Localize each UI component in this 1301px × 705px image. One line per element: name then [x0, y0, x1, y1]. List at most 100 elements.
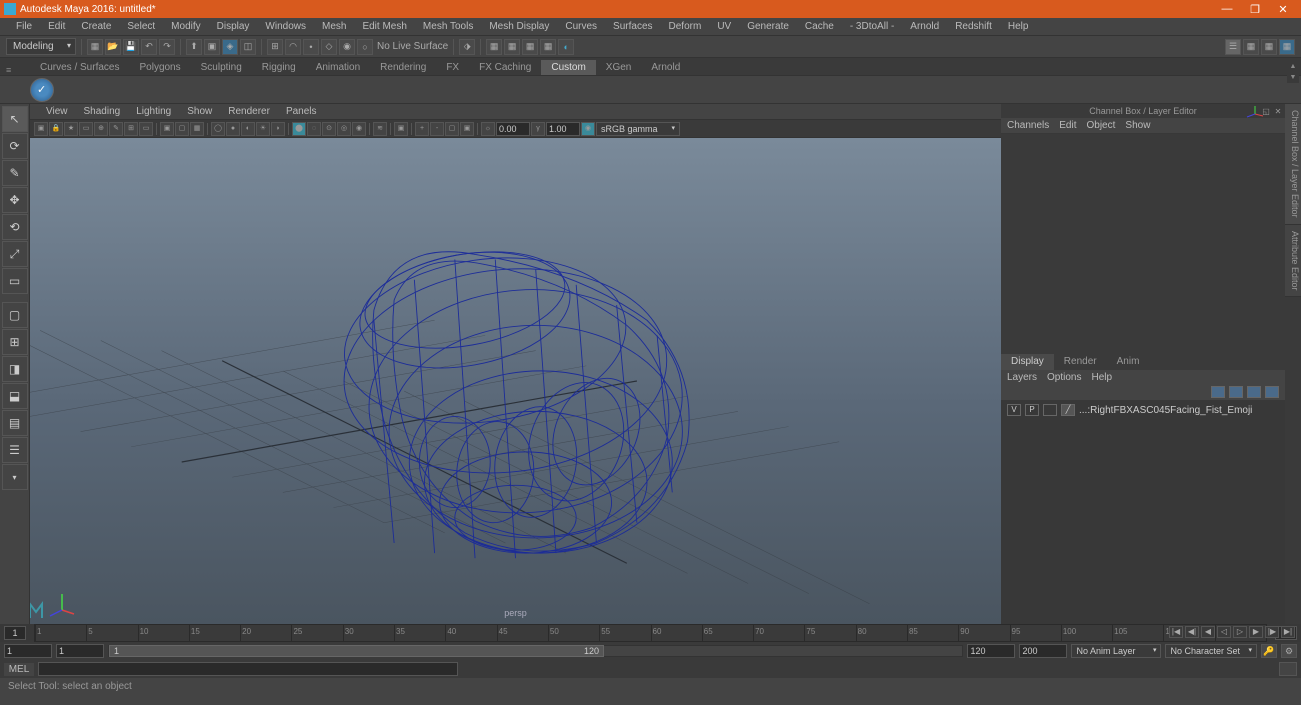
viewport-3d[interactable]: persp — [30, 138, 1001, 624]
command-input[interactable] — [38, 662, 458, 676]
vt-gamma-input[interactable] — [546, 122, 580, 136]
menu-curves[interactable]: Curves — [557, 19, 605, 34]
menu-mesh[interactable]: Mesh — [314, 19, 354, 34]
two-stacked-layout[interactable]: ⬓ — [2, 383, 28, 409]
panel-close-button[interactable]: ✕ — [1273, 107, 1283, 116]
layer-new-selected-button[interactable] — [1265, 386, 1279, 398]
account-button[interactable]: ☰ — [1225, 39, 1241, 55]
range-slider[interactable]: 1 120 — [108, 645, 963, 657]
vt-xray-comp[interactable]: ◎ — [337, 122, 351, 136]
three-top-layout[interactable]: ▤ — [2, 410, 28, 436]
menu-windows[interactable]: Windows — [257, 19, 314, 34]
single-persp-layout[interactable]: ▢ — [2, 302, 28, 328]
shelf-tab-animation[interactable]: Animation — [306, 60, 370, 75]
vt-film-gate[interactable]: ▭ — [139, 122, 153, 136]
vt-isolate[interactable]: ⬤ — [292, 122, 306, 136]
snap-live-button[interactable]: ◉ — [339, 39, 355, 55]
shelf-tab-rigging[interactable]: Rigging — [252, 60, 306, 75]
select-component-button[interactable]: ◈ — [222, 39, 238, 55]
vt-select-camera[interactable]: ▣ — [34, 122, 48, 136]
side-tab-attribute-editor[interactable]: Attribute Editor — [1285, 225, 1301, 298]
play-backward-button[interactable]: ◁ — [1217, 626, 1231, 638]
menu-cache[interactable]: Cache — [797, 19, 842, 34]
maximize-button[interactable]: ❐ — [1241, 3, 1269, 16]
layer-move-up-button[interactable] — [1211, 386, 1225, 398]
layer-color-swatch[interactable]: ╱ — [1061, 404, 1075, 416]
vt-show-isolated[interactable]: ▢ — [445, 122, 459, 136]
help-menu[interactable]: Help — [1091, 372, 1112, 383]
layout-button-2[interactable]: ▦ — [1261, 39, 1277, 55]
snap-grid-button[interactable]: ⊞ — [267, 39, 283, 55]
custom-layout[interactable]: ▾ — [2, 464, 28, 490]
shelf-tab-polygons[interactable]: Polygons — [129, 60, 190, 75]
options-menu[interactable]: Options — [1047, 372, 1081, 383]
panel-undock-button[interactable]: ◱ — [1261, 107, 1271, 116]
vt-image-plane[interactable]: ▭ — [79, 122, 93, 136]
shelf-tab-curves[interactable]: Curves / Surfaces — [30, 60, 129, 75]
paint-select-tool[interactable]: ✎ — [2, 160, 28, 186]
snap-view-button[interactable]: ○ — [357, 39, 373, 55]
edit-menu[interactable]: Edit — [1059, 120, 1076, 131]
minimize-button[interactable]: — — [1213, 3, 1241, 15]
two-side-layout[interactable]: ◨ — [2, 356, 28, 382]
step-back-key-button[interactable]: ◀| — [1185, 626, 1199, 638]
vt-xray[interactable]: ◌ — [307, 122, 321, 136]
range-end-outer[interactable] — [1019, 644, 1067, 658]
shelf-scroll-down[interactable]: ▼ — [1287, 73, 1299, 83]
layout-button-1[interactable]: ▦ — [1243, 39, 1259, 55]
vt-isolate-select[interactable]: ▣ — [394, 122, 408, 136]
shelf-scroll-up[interactable]: ▲ — [1287, 62, 1299, 72]
layer-name[interactable]: ...:RightFBXASC045Facing_Fist_Emoji — [1079, 405, 1252, 416]
menu-help[interactable]: Help — [1000, 19, 1037, 34]
show-menu[interactable]: Show — [1125, 120, 1150, 131]
menu-deform[interactable]: Deform — [661, 19, 710, 34]
vt-grid[interactable]: ⊞ — [124, 122, 138, 136]
vt-depth[interactable]: ◉ — [352, 122, 366, 136]
step-back-frame-button[interactable]: ◀ — [1201, 626, 1215, 638]
shelf-tab-fxcaching[interactable]: FX Caching — [469, 60, 541, 75]
layer-list[interactable]: V P ╱ ...:RightFBXASC045Facing_Fist_Emoj… — [1001, 400, 1285, 624]
snap-plane-button[interactable]: ◇ — [321, 39, 337, 55]
outliner-layout[interactable]: ☰ — [2, 437, 28, 463]
menu-create[interactable]: Create — [73, 19, 119, 34]
viewport-menu-show[interactable]: Show — [179, 105, 220, 118]
channels-menu[interactable]: Channels — [1007, 120, 1049, 131]
workspace-mode-selector[interactable]: Modeling — [6, 38, 76, 55]
vt-bookmark[interactable]: ★ — [64, 122, 78, 136]
channel-box-body[interactable] — [1001, 134, 1285, 354]
vt-color-profile-icon[interactable]: ◉ — [581, 122, 595, 136]
vt-xray-joints[interactable]: ⊙ — [322, 122, 336, 136]
time-slider-track[interactable]: 1510152025303540455055606570758085909510… — [34, 624, 1267, 642]
vt-shadows[interactable]: ◗ — [271, 122, 285, 136]
animation-preferences-button[interactable]: ⚙ — [1281, 644, 1297, 658]
script-editor-button[interactable] — [1279, 662, 1297, 676]
rotate-tool[interactable]: ⟲ — [2, 214, 28, 240]
object-menu[interactable]: Object — [1087, 120, 1116, 131]
vt-wireframe[interactable]: ◯ — [211, 122, 225, 136]
select-object-button[interactable]: ▣ — [204, 39, 220, 55]
vt-shaded[interactable]: ● — [226, 122, 240, 136]
layer-new-empty-button[interactable] — [1247, 386, 1261, 398]
shelf-tab-rendering[interactable]: Rendering — [370, 60, 436, 75]
layout-button-3[interactable]: ▦ — [1279, 39, 1295, 55]
go-to-start-button[interactable]: |◀ — [1169, 626, 1183, 638]
render-settings-button[interactable]: ▦ — [522, 39, 538, 55]
range-start-inner[interactable] — [56, 644, 104, 658]
viewport-menu-view[interactable]: View — [38, 105, 76, 118]
open-scene-button[interactable]: 📂 — [105, 39, 121, 55]
viewport-menu-panels[interactable]: Panels — [278, 105, 325, 118]
shelf-toggle-icon[interactable]: ≡ — [6, 65, 11, 75]
vt-lock-camera[interactable]: 🔒 — [49, 122, 63, 136]
vt-auto-load[interactable]: ▣ — [460, 122, 474, 136]
vt-color-profile-select[interactable]: sRGB gamma — [596, 122, 680, 136]
vt-gate-mask[interactable]: ▢ — [175, 122, 189, 136]
lasso-tool[interactable]: ⟳ — [2, 133, 28, 159]
shelf-tab-fx[interactable]: FX — [436, 60, 469, 75]
select-multi-button[interactable]: ◫ — [240, 39, 256, 55]
vt-lights[interactable]: ☀ — [256, 122, 270, 136]
close-button[interactable]: ✕ — [1269, 3, 1297, 16]
go-to-end-button[interactable]: ▶| — [1281, 626, 1295, 638]
new-scene-button[interactable]: ▦ — [87, 39, 103, 55]
layer-tab-anim[interactable]: Anim — [1107, 354, 1150, 370]
shelf-tab-arnold[interactable]: Arnold — [641, 60, 690, 75]
